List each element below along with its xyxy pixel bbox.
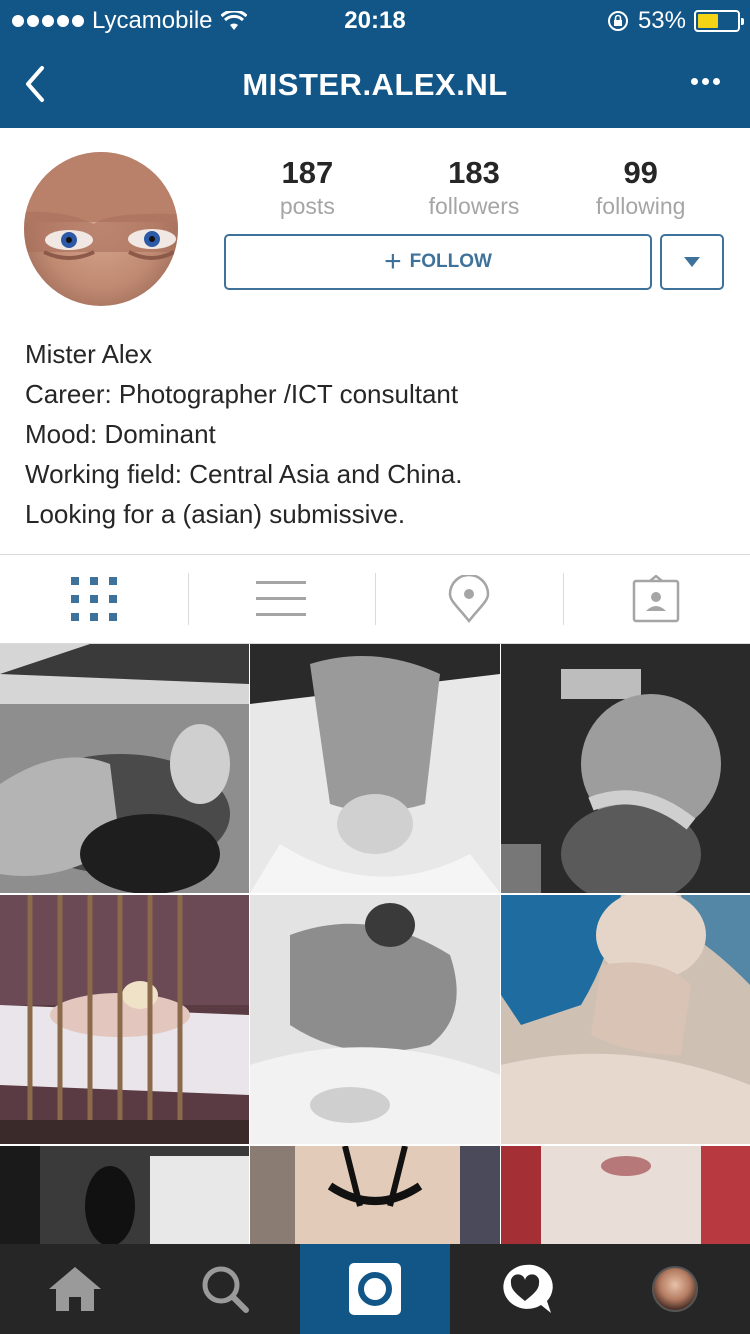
bio-line: Looking for a (asian) submissive. [25,499,406,529]
location-pin-icon [448,575,490,623]
profile-view-tabs [0,554,750,644]
photo-image [0,1146,249,1244]
photo-image [501,895,750,1144]
profile-bio: Mister Alex Career: Photographer /ICT co… [25,334,462,534]
tab-profile[interactable] [600,1244,750,1334]
photo-thumbnail[interactable] [501,1146,750,1244]
photo-grid [0,644,750,1244]
follow-button-label: FOLLOW [409,251,492,272]
list-icon [256,581,307,616]
profile-avatar-icon [652,1266,698,1312]
stat-label: posts [279,193,335,219]
tab-tagged-view[interactable] [562,555,750,643]
photo-thumbnail[interactable] [0,1146,249,1244]
stat-label: followers [428,193,520,219]
stat-label: following [595,193,686,219]
heart-bubble-icon [503,1264,553,1313]
photo-image [250,1146,500,1244]
photo-image [250,644,500,893]
search-icon [202,1266,249,1313]
bio-line: Career: Photographer /ICT consultant [25,379,459,409]
triangle-down-icon [684,257,700,267]
bottom-tab-bar [0,1244,750,1334]
tab-home[interactable] [0,1244,150,1334]
camera-icon [349,1263,401,1315]
profile-stats: 187 posts 183 followers 99 following [224,155,724,220]
stat-following[interactable]: 99 following [557,155,724,220]
tagged-photos-icon [633,575,680,623]
bio-line: Mood: Dominant [25,419,216,449]
stat-value: 187 [281,155,334,190]
photo-thumbnail[interactable] [0,644,249,893]
photo-image [250,895,500,1144]
photo-thumbnail[interactable] [250,644,500,893]
profile-full-name: Mister Alex [25,339,153,369]
photo-thumbnail[interactable] [501,895,750,1144]
stat-value: 99 [623,155,658,190]
rotation-lock-icon [607,11,628,31]
suggested-users-dropdown-button[interactable] [660,234,724,290]
tab-grid-view[interactable] [0,555,188,643]
photo-thumbnail[interactable] [250,1146,500,1244]
tab-search[interactable] [150,1244,300,1334]
follow-button[interactable]: + FOLLOW [224,234,652,290]
profile-avatar[interactable] [24,152,178,306]
stat-value: 183 [448,155,500,190]
photo-thumbnail[interactable] [250,895,500,1144]
tab-map-view[interactable] [375,555,563,643]
stat-followers[interactable]: 183 followers [391,155,558,220]
battery-percent: 53% [637,7,686,34]
home-icon [49,1267,101,1311]
profile-username-title: MISTER.ALEX.NL [242,67,508,102]
stat-posts[interactable]: 187 posts [224,155,391,220]
photo-thumbnail[interactable] [501,644,750,893]
top-bar: Lycamobile 20:18 53% MISTER.ALEX.NL [0,0,750,128]
plus-icon: + [384,245,402,278]
avatar-face-image [24,152,178,260]
more-options-icon[interactable] [691,78,720,85]
battery-icon [694,10,744,32]
photo-image [0,895,249,1144]
photo-image [0,644,249,893]
photo-image [501,1146,750,1244]
bio-line: Working field: Central Asia and China. [25,459,463,489]
grid-icon [70,577,117,621]
tab-activity[interactable] [450,1244,600,1334]
photo-thumbnail[interactable] [0,895,249,1144]
nav-bar: MISTER.ALEX.NL [0,40,750,128]
tab-camera[interactable] [300,1244,450,1334]
photo-image [501,644,750,893]
tab-list-view[interactable] [187,555,376,643]
status-bar: Lycamobile 20:18 53% [0,0,750,40]
